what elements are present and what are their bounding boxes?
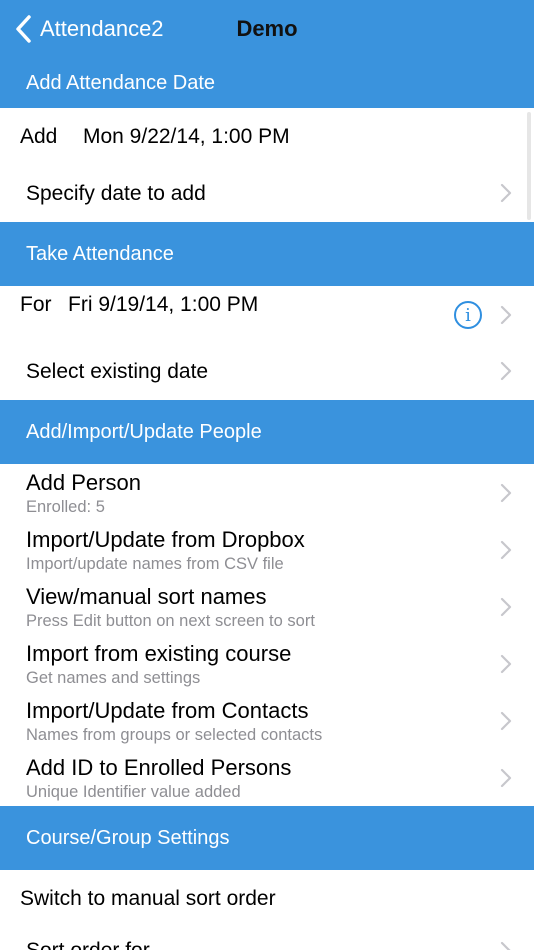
add-id-row[interactable]: Add ID to Enrolled Persons Unique Identi…	[0, 749, 534, 806]
add-date-row[interactable]: Add Mon 9/22/14, 1:00 PM	[0, 108, 534, 165]
specify-date-row[interactable]: Specify date to add	[0, 165, 534, 222]
page-title: Demo	[236, 16, 298, 41]
chevron-right-icon	[500, 654, 512, 674]
view-sort-names-row[interactable]: View/manual sort names Press Edit button…	[0, 578, 534, 635]
section-header-label: Add/Import/Update People	[26, 420, 262, 443]
switch-sort-order-label: Switch to manual sort order	[20, 887, 276, 910]
section-header-label: Course/Group Settings	[26, 826, 230, 849]
chevron-right-icon	[500, 183, 512, 203]
chevron-right-icon	[500, 483, 512, 503]
attendance-date-value: Fri 9/19/14, 1:00 PM	[68, 293, 259, 316]
section-header-settings: Course/Group Settings	[0, 806, 534, 870]
select-existing-date-label: Select existing date	[26, 360, 209, 383]
section-header-label: Add Attendance Date	[26, 71, 216, 94]
chevron-right-icon	[500, 768, 512, 788]
row-title: Import/Update from Dropbox	[26, 527, 305, 552]
row-title: Add ID to Enrolled Persons	[26, 755, 292, 780]
section-header-people: Add/Import/Update People	[0, 400, 534, 464]
row-title: Import from existing course	[26, 641, 292, 666]
partial-row-label: Sort order for...	[26, 939, 166, 950]
add-date-value: Mon 9/22/14, 1:00 PM	[83, 125, 290, 148]
partial-settings-row[interactable]: Sort order for...	[0, 927, 534, 950]
row-subtitle: Get names and settings	[26, 669, 201, 687]
row-subtitle: Unique Identifier value added	[26, 783, 241, 801]
import-contacts-row[interactable]: Import/Update from Contacts Names from g…	[0, 692, 534, 749]
chevron-right-icon	[500, 305, 512, 325]
section-header-label: Take Attendance	[26, 242, 174, 265]
chevron-right-icon	[500, 941, 512, 950]
row-title: View/manual sort names	[26, 584, 267, 609]
switch-sort-order-row[interactable]: Switch to manual sort order	[0, 870, 534, 927]
row-subtitle: Import/update names from CSV file	[26, 555, 284, 573]
add-person-row[interactable]: Add Person Enrolled: 5	[0, 464, 534, 521]
select-existing-date-row[interactable]: Select existing date	[0, 343, 534, 400]
navigation-bar: Attendance2 Demo	[0, 0, 534, 58]
chevron-right-icon	[500, 361, 512, 381]
import-dropbox-row[interactable]: Import/Update from Dropbox Import/update…	[0, 521, 534, 578]
chevron-right-icon	[500, 597, 512, 617]
chevron-right-icon	[500, 711, 512, 731]
scrollbar[interactable]	[527, 112, 531, 220]
import-existing-course-row[interactable]: Import from existing course Get names an…	[0, 635, 534, 692]
row-subtitle: Names from groups or selected contacts	[26, 726, 323, 744]
add-word: Add	[20, 125, 58, 148]
info-icon[interactable]: i	[454, 301, 482, 329]
row-subtitle: Enrolled: 5	[26, 498, 105, 516]
section-header-take-attendance: Take Attendance	[0, 222, 534, 286]
section-header-add-date: Add Attendance Date	[0, 58, 534, 108]
take-attendance-row[interactable]: For Fri 9/19/14, 1:00 PM i	[0, 286, 534, 343]
chevron-right-icon	[500, 540, 512, 560]
specify-date-label: Specify date to add	[26, 182, 206, 205]
for-word: For	[20, 293, 52, 316]
row-subtitle: Press Edit button on next screen to sort	[26, 612, 315, 630]
row-title: Add Person	[26, 470, 141, 495]
row-title: Import/Update from Contacts	[26, 698, 309, 723]
